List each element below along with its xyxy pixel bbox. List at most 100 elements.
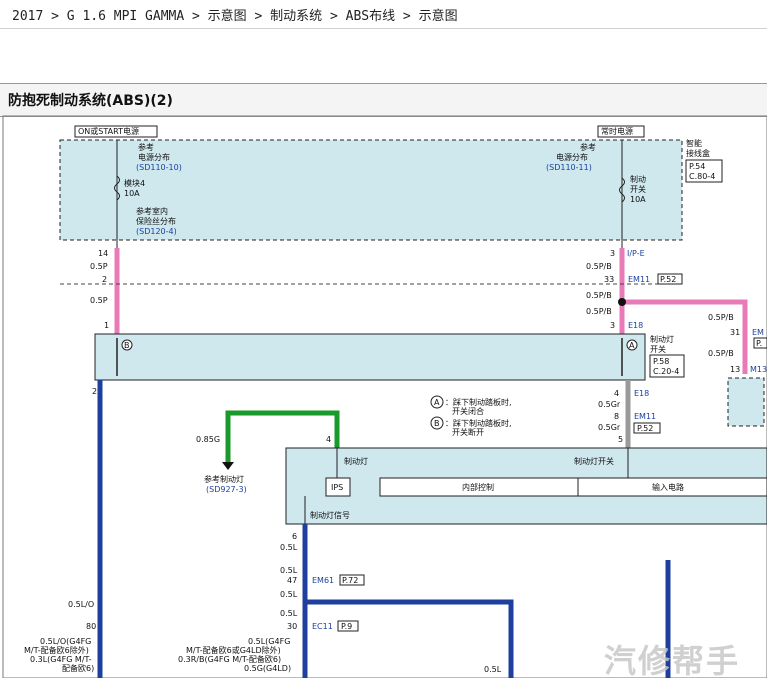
legend-a-text-2: 开关闭合 [452, 406, 484, 416]
on-start-label: ON或START电源 [78, 126, 139, 136]
left-wire-4: 配备欧6) [62, 663, 94, 673]
pin-2b: 2 [92, 387, 97, 396]
ref-brake-lamp-arrow [222, 462, 234, 470]
legend-b-text-1: ：踩下制动踏板时, [445, 418, 512, 428]
mid-wire-4: 0.5G(G4LD) [244, 664, 291, 673]
pin-80: 80 [86, 622, 96, 631]
pin-4b: 4 [326, 435, 331, 444]
pin-6: 6 [292, 532, 297, 541]
brake-switch-10a: 10A [630, 195, 646, 204]
pin-3a: 3 [610, 249, 615, 258]
switch-a-letter: A [629, 341, 635, 350]
smart-box-label-2: 接线盒 [686, 148, 710, 158]
brake-switch-fuse-1: 制动 [630, 174, 646, 184]
mid-wire-1: 0.5L(G4FG [248, 637, 290, 646]
left-wire-3: 0.3L(G4FG M/T- [30, 655, 92, 664]
wire-05pb-4: 0.5P/B [708, 313, 734, 322]
em11-top: EM11 [628, 275, 650, 284]
mid-wire-3: 0.3R/B(G4FG M/T-配备欧6) [178, 654, 281, 664]
c20-4: C.20-4 [653, 367, 679, 376]
module4: 模块4 [124, 178, 145, 188]
ip-e: I/P-E [627, 249, 645, 258]
brake-lamp-label: 制动灯 [344, 456, 368, 466]
switch-b-letter: B [124, 341, 130, 350]
blue-wire-branch [305, 599, 514, 678]
module4-10a: 10A [124, 189, 140, 198]
pin-2a: 2 [102, 275, 107, 284]
legend-a-text-1: ：踩下制动踏板时, [445, 397, 512, 407]
c80-4: C.80-4 [689, 172, 715, 181]
ips-label: IPS [331, 483, 343, 492]
wire-05l-3: 0.5L [280, 590, 298, 599]
ref-indoor: 参考室内 [136, 206, 168, 216]
pin-13: 13 [730, 365, 740, 374]
legend-b-letter: B [434, 419, 440, 428]
sd110-10: (SD110-10) [136, 163, 182, 172]
sd927-3: (SD927-3) [206, 485, 247, 494]
ref-power-right: 电源分布 [556, 152, 588, 162]
brake-switch-fuse-2: 开关 [630, 184, 646, 194]
p58: P.58 [653, 357, 669, 366]
always-label: 常时电源 [601, 126, 633, 136]
wire-085g: 0.85G [196, 435, 220, 444]
wire-05gr-1: 0.5Gr [598, 400, 621, 409]
pin-8: 8 [614, 412, 619, 421]
ref1-right: 参考 [580, 142, 596, 152]
wire-05pb-5: 0.5P/B [708, 349, 734, 358]
watermark-text: 汽修帮手 [604, 642, 741, 680]
legend-a-letter: A [434, 398, 440, 407]
ref1-left: 参考 [138, 142, 154, 152]
pin-1: 1 [104, 321, 109, 330]
left-wire-2: M/T-配备欧6除外) [24, 645, 89, 655]
p-trunc: P. [756, 339, 762, 348]
em-trunc: EM [752, 328, 764, 337]
pin-3b: 3 [610, 321, 615, 330]
wire-05l-1: 0.5L [280, 543, 298, 552]
pin-33: 33 [604, 275, 614, 284]
p52-top: P.52 [660, 275, 676, 284]
ec11: EC11 [312, 622, 333, 631]
pin-4a: 4 [614, 389, 619, 398]
wire-05l-4: 0.5L [280, 609, 298, 618]
em11-mid: EM11 [634, 412, 656, 421]
wire-05p-2: 0.5P [90, 296, 108, 305]
wire-05pb-3: 0.5P/B [586, 307, 612, 316]
ref-power-left: 电源分布 [138, 152, 170, 162]
brake-lamp-switch [94, 333, 646, 381]
fuse-dist: 保险丝分布 [136, 216, 176, 226]
input-circuit-label: 输入电路 [652, 482, 684, 492]
pin-14: 14 [98, 249, 108, 258]
p54: P.54 [689, 162, 705, 171]
wire-05l-2: 0.5L [280, 566, 298, 575]
pin-47: 47 [287, 576, 297, 585]
wire-05l-5: 0.5L [484, 665, 502, 674]
m13-component [727, 377, 765, 427]
brake-lamp-switch-label-1: 制动灯 [650, 334, 674, 344]
pin-5: 5 [618, 435, 623, 444]
sd110-11: (SD110-11) [546, 163, 592, 172]
wire-05p-1: 0.5P [90, 262, 108, 271]
brake-lamp-switch-label-2: 开关 [650, 344, 666, 354]
m13-trunc: M13 [750, 365, 767, 374]
p52-mid: P.52 [637, 424, 653, 433]
mid-wire-2: M/T-配备欧6或G4LD除外) [186, 645, 281, 655]
e18-top: E18 [628, 321, 643, 330]
legend-b-text-2: 开关断开 [452, 427, 484, 437]
wiring-diagram: ON或START电源 常时电源 智能 接线盒 P.54 C.80-4 参考 电源… [2, 115, 767, 678]
wire-05pb-2: 0.5P/B [586, 291, 612, 300]
brake-lamp-signal-label: 制动灯信号 [310, 510, 350, 520]
pin-30: 30 [287, 622, 297, 631]
p9: P.9 [341, 622, 352, 631]
left-wire-1: 0.5L/O(G4FG [40, 637, 91, 646]
smart-box-label-1: 智能 [686, 138, 702, 148]
sd120-4: (SD120-4) [136, 227, 177, 236]
wire-05lo: 0.5L/O [68, 600, 94, 609]
em61: EM61 [312, 576, 334, 585]
p72: P.72 [342, 576, 358, 585]
e18-mid: E18 [634, 389, 649, 398]
wire-05pb-1: 0.5P/B [586, 262, 612, 271]
wire-05gr-2: 0.5Gr [598, 423, 621, 432]
brake-lamp-sw-label: 制动灯开关 [574, 456, 614, 466]
internal-ctrl-label: 内部控制 [462, 482, 494, 492]
ref-brake-lamp: 参考制动灯 [204, 474, 244, 484]
